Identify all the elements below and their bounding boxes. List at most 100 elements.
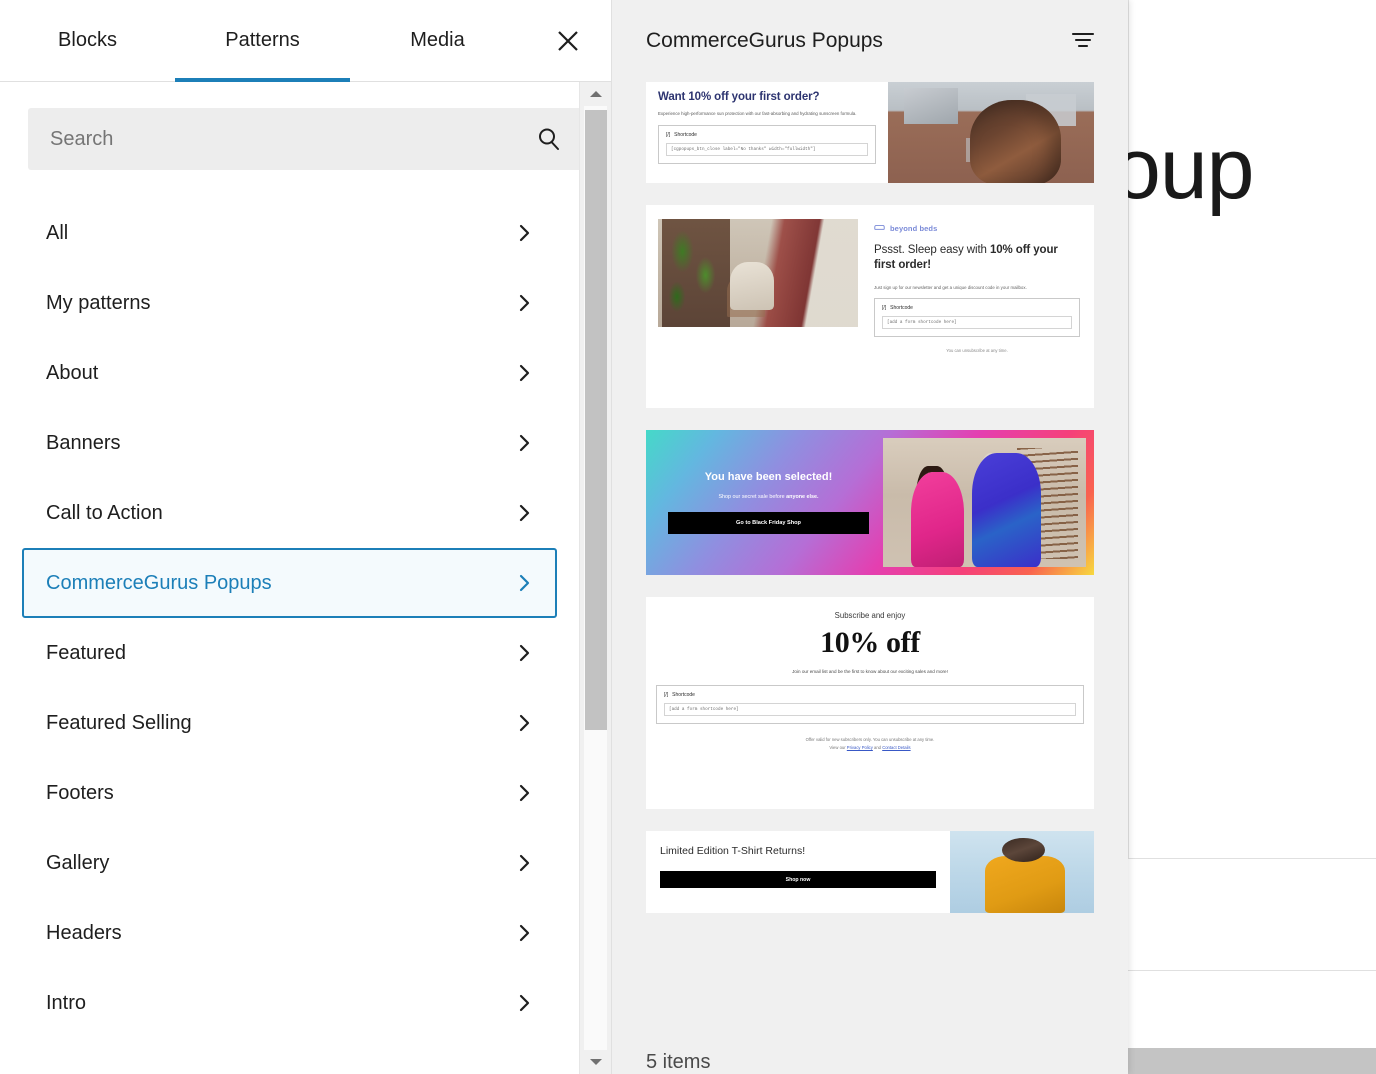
scroll-up-arrow-icon[interactable] — [580, 82, 612, 106]
pattern-card-want-10-off[interactable]: Want 10% off your first order? Experienc… — [646, 82, 1094, 183]
chevron-right-icon — [513, 292, 535, 314]
legal-middle: and — [873, 745, 882, 750]
black-friday-shop-button[interactable]: Go to Black Friday Shop — [668, 512, 869, 534]
sidebar-item-featured-selling[interactable]: Featured Selling — [22, 688, 557, 758]
shortcode-block: [/] Shortcode [add a form shortcode here… — [656, 685, 1084, 724]
pattern-subtext-strong: anyone else. — [786, 494, 818, 500]
category-label: All — [46, 222, 68, 245]
chevron-right-icon — [513, 432, 535, 454]
sidebar-item-featured[interactable]: Featured — [22, 618, 557, 688]
sidebar-item-about[interactable]: About — [22, 338, 557, 408]
chevron-right-icon — [513, 992, 535, 1014]
sidebar-item-gallery[interactable]: Gallery — [22, 828, 557, 898]
sidebar-item-all[interactable]: All — [22, 198, 557, 268]
sidebar-item-commercegurus-popups[interactable]: CommerceGurus Popups — [22, 548, 557, 618]
category-scrollbar[interactable] — [579, 82, 611, 1074]
sidebar-item-my-patterns[interactable]: My patterns — [22, 268, 557, 338]
search-icon — [535, 125, 563, 153]
pattern-image-smiling-woman — [888, 82, 1094, 183]
pattern-card-beyond-beds[interactable]: beyond beds Pssst. Sleep easy with 10% o… — [646, 205, 1094, 408]
pattern-card-subscribe-10-off[interactable]: Subscribe and enjoy 10% off Join our ema… — [646, 597, 1094, 809]
legal-prefix: View our — [829, 745, 846, 750]
shop-now-button[interactable]: Shop now — [660, 871, 936, 888]
shortcode-label: Shortcode — [674, 132, 697, 138]
pattern-image-dancing-couple — [883, 438, 1086, 567]
category-label: Intro — [46, 992, 86, 1015]
pattern-footnote: You can unsubscribe at any time. — [874, 348, 1080, 353]
pattern-preview-column: CommerceGurus Popups Want 10% off your f… — [612, 0, 1128, 1074]
legal-line-1: Offer valid for new subscribers only. Yo… — [656, 736, 1084, 744]
inserter-left-column: Blocks Patterns Media — [0, 0, 612, 1074]
bed-icon — [874, 223, 885, 233]
pattern-card-limited-edition-tshirt[interactable]: Limited Edition T-Shirt Returns! Shop no… — [646, 831, 1094, 913]
close-icon — [555, 28, 581, 54]
staircase-decor — [1017, 448, 1078, 559]
shortcode-block-header: [/] Shortcode — [664, 692, 1076, 698]
legal-line-2: View our Privacy Policy and Contact Deta… — [656, 744, 1084, 752]
shortcode-label: Shortcode — [890, 305, 913, 311]
chevron-right-icon — [513, 922, 535, 944]
canvas-block-row — [1128, 970, 1376, 1048]
shortcode-icon: [/] — [882, 305, 886, 311]
chevron-right-icon — [513, 852, 535, 874]
sidebar-item-headers[interactable]: Headers — [22, 898, 557, 968]
chevron-right-icon — [513, 642, 535, 664]
filter-patterns-button[interactable] — [1062, 20, 1104, 62]
sidebar-item-banners[interactable]: Banners — [22, 408, 557, 478]
pattern-panel-header: CommerceGurus Popups — [612, 0, 1128, 82]
pattern-heading: Want 10% off your first order? — [658, 91, 876, 103]
sidebar-item-footers[interactable]: Footers — [22, 758, 557, 828]
chevron-right-icon — [513, 712, 535, 734]
sidebar-item-call-to-action[interactable]: Call to Action — [22, 478, 557, 548]
category-label: Footers — [46, 782, 114, 805]
search-field[interactable] — [28, 108, 583, 170]
category-label: Headers — [46, 922, 122, 945]
tab-blocks-label: Blocks — [58, 29, 117, 52]
category-label: Featured Selling — [46, 712, 192, 735]
canvas-block-row — [1128, 858, 1376, 970]
pattern-subtext-prefix: Shop our secret sale before — [718, 494, 786, 500]
shortcode-block-header: [/] Shortcode — [666, 132, 868, 138]
search-area — [0, 82, 611, 186]
contact-details-link[interactable]: Contact Details — [882, 745, 910, 750]
category-scroll-area: All My patterns About — [0, 186, 611, 1074]
pattern-brand: beyond beds — [874, 223, 1080, 233]
pattern-card-content: Want 10% off your first order? Experienc… — [646, 82, 888, 183]
chevron-right-icon — [513, 222, 535, 244]
shortcode-value: [cgpopups_btn_close label="No thanks" wi… — [666, 143, 868, 156]
pattern-kicker: Subscribe and enjoy — [656, 611, 1084, 620]
tab-media[interactable]: Media — [350, 0, 525, 81]
shortcode-block: [/] Shortcode [add a form shortcode here… — [874, 298, 1080, 337]
privacy-policy-link[interactable]: Privacy Policy — [847, 745, 873, 750]
category-label: Banners — [46, 432, 121, 455]
category-label: Call to Action — [46, 502, 163, 525]
shortcode-value: [add a form shortcode here] — [664, 703, 1076, 716]
tab-patterns-label: Patterns — [225, 29, 299, 52]
shortcode-block: [/] Shortcode [cgpopups_btn_close label=… — [658, 125, 876, 164]
chevron-right-icon — [513, 362, 535, 384]
close-inserter-button[interactable] — [525, 0, 611, 81]
pattern-legal-text: Offer valid for new subscribers only. Yo… — [656, 736, 1084, 752]
pattern-image-tshirt-model — [950, 831, 1094, 913]
pattern-brand-label: beyond beds — [890, 224, 937, 233]
scroll-down-arrow-icon[interactable] — [580, 1050, 612, 1074]
shortcode-icon: [/] — [666, 132, 670, 138]
sidebar-item-intro[interactable]: Intro — [22, 968, 557, 1038]
pattern-body-text: Experience high-performance sun protecti… — [658, 110, 876, 117]
chevron-right-icon — [513, 572, 535, 594]
tab-patterns[interactable]: Patterns — [175, 0, 350, 81]
tab-blocks[interactable]: Blocks — [0, 0, 175, 81]
category-label: Featured — [46, 642, 126, 665]
pattern-body-text: Just sign up for our newsletter and get … — [874, 285, 1080, 290]
search-input[interactable] — [50, 128, 535, 151]
scrollbar-thumb[interactable] — [585, 110, 607, 730]
pattern-heading: Pssst. Sleep easy with 10% off your firs… — [874, 243, 1080, 274]
pattern-heading: 10% off — [656, 626, 1084, 660]
pattern-card-black-friday[interactable]: You have been selected! Shop our secret … — [646, 430, 1094, 575]
category-label: Gallery — [46, 852, 109, 875]
pattern-heading: Limited Edition T-Shirt Returns! — [660, 845, 936, 857]
category-list: All My patterns About — [0, 186, 579, 1038]
pattern-card-content: Limited Edition T-Shirt Returns! Shop no… — [646, 831, 950, 913]
canvas-bottom-bar — [1128, 1048, 1376, 1074]
pattern-body-text: Shop our secret sale before anyone else. — [718, 494, 818, 500]
